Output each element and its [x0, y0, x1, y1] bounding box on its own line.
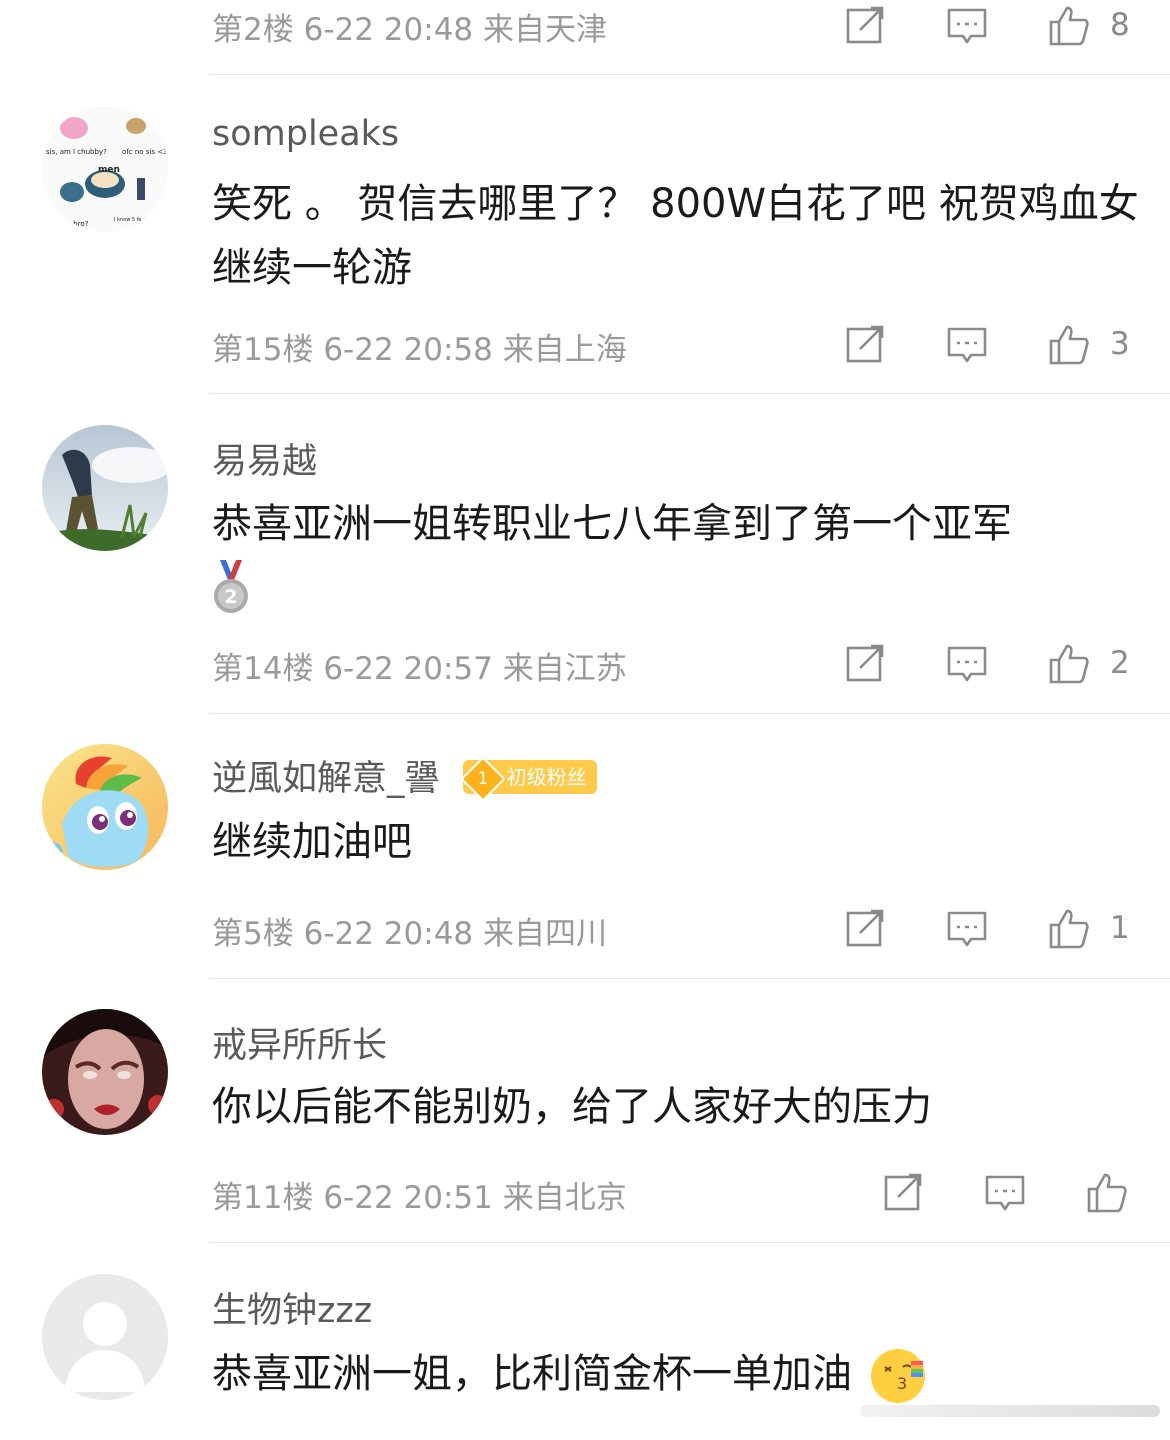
comment-meta: 第14楼 6-22 20:57 来自江苏 [212, 643, 627, 688]
comment-text-content: 恭喜亚洲一姐转职业七八年拿到了第一个亚军 [212, 501, 1012, 547]
avatar[interactable] [42, 425, 168, 551]
avatar[interactable] [42, 1274, 168, 1400]
comment-actions: 2 [786, 638, 1130, 688]
comment-location: 来自天津 [483, 12, 607, 48]
edit-button[interactable] [842, 905, 888, 951]
reply-icon [985, 1175, 1025, 1211]
divider [210, 393, 1170, 394]
like-button[interactable] [1084, 1169, 1130, 1215]
comment-meta: 第5楼 6-22 20:48 来自四川 [212, 908, 607, 953]
divider [210, 74, 1170, 75]
like-button[interactable]: 2 [1046, 640, 1130, 686]
comment-time: 6-22 20:58 [323, 332, 493, 368]
comment-time: 6-22 20:57 [323, 651, 493, 687]
edit-icon [846, 6, 884, 44]
svg-text:3: 3 [897, 1374, 907, 1393]
comment-text: 恭喜亚洲一姐，比利简金杯一单加油 3 [212, 1342, 1142, 1406]
comment-text: 恭喜亚洲一姐转职业七八年拿到了第一个亚军 2 [212, 492, 1142, 620]
reply-button[interactable] [944, 640, 990, 686]
like-count: 2 [1110, 645, 1130, 681]
comment-actions: 3 [786, 319, 1130, 369]
comment-location: 来自江苏 [502, 651, 627, 687]
avatar-caption: at bro? [64, 220, 89, 228]
like-button[interactable]: 3 [1046, 321, 1130, 367]
comment-text: 你以后能不能别奶，给了人家好大的压力 [212, 1084, 932, 1130]
thumbs-up-icon [1049, 644, 1089, 684]
username[interactable]: sompleaks [212, 114, 399, 154]
thumbs-up-icon [1087, 1173, 1127, 1213]
comment-text-content: 恭喜亚洲一姐，比利简金杯一单加油 [212, 1351, 852, 1397]
avatar[interactable] [42, 744, 168, 870]
reply-icon [947, 327, 987, 363]
comment-meta: 第15楼 6-22 20:58 来自上海 [212, 324, 627, 369]
comment-location: 来自上海 [502, 332, 627, 368]
reply-icon [947, 911, 987, 947]
like-count: 8 [1110, 7, 1130, 43]
avatar-caption: ofc no sis <3 [122, 148, 168, 156]
edit-button[interactable] [842, 2, 888, 48]
fan-level-icon: 1 [460, 756, 506, 802]
avatar-caption: sis, am I chubby? [46, 148, 107, 156]
edit-icon [846, 909, 884, 947]
edit-icon [846, 644, 884, 682]
username[interactable]: 易易越 [212, 433, 317, 484]
reply-icon [947, 8, 987, 44]
blowing-kiss-emoji-icon: 3 [870, 1349, 925, 1403]
divider [210, 978, 1170, 979]
comment-location: 来自北京 [502, 1180, 627, 1216]
comment-actions: 1 [786, 903, 1130, 953]
fan-badge[interactable]: 1 初级粉丝 [460, 756, 597, 802]
comment-time: 6-22 20:51 [323, 1180, 493, 1216]
comment-text: 笑死 。 贺信去哪里了？ 800W白花了吧 祝贺鸡血女继续一轮游 [212, 181, 1139, 291]
silver-medal-icon: 2 [212, 560, 250, 616]
comment-meta: 第2楼 6-22 20:48 来自天津 [212, 4, 607, 49]
edit-button[interactable] [842, 640, 888, 686]
reply-button[interactable] [944, 321, 990, 367]
reply-icon [947, 646, 987, 682]
avatar-caption: men [98, 165, 120, 175]
comment-actions: 8 [786, 0, 1130, 50]
comment-location: 来自四川 [483, 916, 607, 952]
like-count: 1 [1110, 910, 1130, 946]
avatar[interactable] [42, 1009, 168, 1135]
comment-actions [824, 1167, 1130, 1217]
reply-button[interactable] [944, 2, 990, 48]
edit-icon [846, 325, 884, 363]
thumbs-up-icon [1049, 909, 1089, 949]
username[interactable]: 逆風如解意_謽 1 初级粉丝 [212, 750, 597, 802]
floor-number: 第5楼 [212, 916, 294, 952]
floor-number: 第2楼 [212, 12, 294, 48]
username[interactable]: 生物钟zzz [212, 1282, 372, 1333]
divider [210, 1242, 1170, 1243]
floor-number: 第14楼 [212, 651, 314, 687]
like-count: 3 [1110, 326, 1130, 362]
divider [210, 713, 1170, 714]
fan-level: 1 [477, 769, 489, 789]
like-button[interactable]: 1 [1046, 905, 1130, 951]
username-text: 逆風如解意_謽 [212, 759, 440, 799]
edit-button[interactable] [842, 321, 888, 367]
thumbs-up-icon [1049, 6, 1089, 46]
like-button[interactable]: 8 [1046, 2, 1130, 48]
home-indicator[interactable] [860, 1405, 1160, 1417]
edit-button[interactable] [880, 1169, 926, 1215]
reply-button[interactable] [982, 1169, 1028, 1215]
floor-number: 第15楼 [212, 332, 314, 368]
avatar-caption: I know 5 fe and ver [114, 217, 163, 223]
reply-button[interactable] [944, 905, 990, 951]
medal-rank: 2 [224, 586, 237, 608]
comment-meta: 第11楼 6-22 20:51 来自北京 [212, 1172, 627, 1217]
fan-badge-label: 初级粉丝 [506, 765, 587, 789]
floor-number: 第11楼 [212, 1180, 314, 1216]
comment-time: 6-22 20:48 [303, 12, 474, 48]
avatar[interactable]: sis, am I chubby? ofc no sis <3 men at b… [42, 106, 168, 232]
comment-text: 继续加油吧 [212, 819, 412, 865]
comment-time: 6-22 20:48 [303, 916, 474, 952]
edit-icon [884, 1173, 922, 1211]
username[interactable]: 戒异所所长 [212, 1017, 387, 1068]
thumbs-up-icon [1049, 325, 1089, 365]
